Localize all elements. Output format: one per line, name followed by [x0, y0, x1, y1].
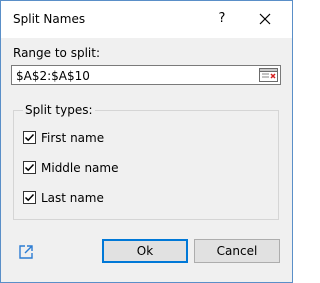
dialog-title: Split Names: [13, 12, 86, 26]
first-name-label[interactable]: First name: [41, 131, 104, 145]
close-button[interactable]: [257, 11, 273, 27]
first-name-checkbox[interactable]: [23, 131, 36, 144]
checkmark-icon: [24, 193, 35, 202]
range-label: Range to split:: [13, 46, 100, 60]
middle-name-label[interactable]: Middle name: [41, 161, 118, 175]
ok-button[interactable]: Ok: [102, 239, 188, 263]
range-input[interactable]: $A$2:$A$10: [11, 65, 281, 85]
middle-name-checkbox[interactable]: [23, 161, 36, 174]
checkmark-icon: [24, 163, 35, 172]
title-bar: Split Names ?: [1, 1, 292, 38]
help-button[interactable]: ?: [214, 10, 230, 28]
close-icon: [259, 13, 271, 25]
last-name-label[interactable]: Last name: [41, 191, 104, 205]
external-link-button[interactable]: [17, 243, 35, 261]
split-names-dialog: Split Names ? Range to split: $A$2:$A$10…: [0, 0, 293, 283]
checkmark-icon: [24, 133, 35, 142]
external-link-icon: [19, 245, 33, 259]
range-select-icon: [259, 68, 278, 82]
range-picker-button[interactable]: [259, 68, 278, 82]
cancel-button[interactable]: Cancel: [194, 239, 280, 263]
split-types-legend: Split types:: [23, 103, 95, 117]
range-value[interactable]: $A$2:$A$10: [16, 69, 90, 83]
last-name-checkbox[interactable]: [23, 191, 36, 204]
